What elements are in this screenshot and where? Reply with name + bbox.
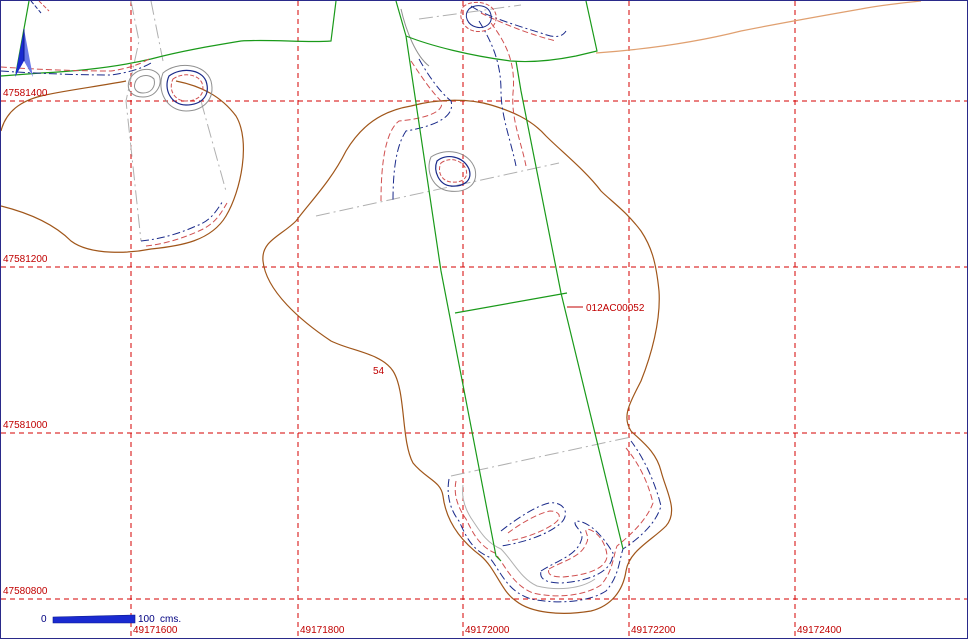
scale-bar: 0 100 cms. (41, 614, 181, 625)
pond-north (465, 5, 492, 28)
north-arrow-icon (15, 29, 33, 77)
parcel-number-label[interactable]: 54 (373, 366, 385, 377)
contour-northeast (595, 1, 922, 54)
pond-west-gray-2 (134, 75, 155, 94)
y-coord-label: 47581000 (3, 420, 48, 431)
nw-water-blue-short (30, 1, 42, 14)
gray-boundaries (125, 1, 632, 477)
water-line-blue-2 (478, 20, 517, 167)
y-coord-label: 47580800 (3, 586, 48, 597)
cadastral-map[interactable]: 012AC00052 54 47581400 47581200 47581000… (0, 0, 968, 639)
gray-boundary-north (418, 4, 522, 20)
parcel-boundary-northwest[interactable] (1, 1, 337, 77)
gray-boundary-west-3 (200, 100, 227, 192)
parcel-lines (1, 1, 624, 562)
gray-boundary-west (125, 1, 142, 242)
parcel-boundary-crossing[interactable] (454, 292, 568, 314)
ponds (127, 1, 497, 192)
pond-west-outer (160, 64, 213, 112)
scale-bar-wedge (52, 614, 136, 624)
water-lines (140, 5, 662, 603)
x-coord-label: 49172400 (797, 625, 842, 636)
x-coord-label: 49172200 (631, 625, 676, 636)
nw-water-red-short (38, 1, 50, 12)
parcel-boundary-west[interactable] (395, 1, 502, 562)
water-line-gray-south (462, 484, 596, 590)
nw-water-blue (1, 62, 152, 76)
scale-end-label: 100 (138, 614, 155, 625)
water-line-blue-west (140, 200, 224, 242)
south-loop-outline-red (548, 528, 608, 578)
parcel-id-label[interactable]: 012AC00052 (586, 303, 645, 314)
south-pond-outline-red (507, 510, 560, 542)
water-line-blue-1 (392, 58, 453, 202)
water-line-gray-1 (400, 8, 430, 67)
pond-west (166, 69, 208, 106)
x-coord-label: 49171600 (133, 625, 178, 636)
scale-start-label: 0 (41, 614, 47, 625)
x-coord-label: 49171800 (300, 625, 345, 636)
water-line-red-west (145, 202, 228, 247)
water-line-red-2 (490, 22, 527, 167)
y-coord-label: 47581400 (3, 88, 48, 99)
contour-main (262, 99, 673, 614)
water-line-red-3 (480, 12, 557, 42)
x-coord-label: 49172000 (465, 625, 510, 636)
gray-boundary-west-2 (150, 1, 164, 62)
map-canvas[interactable]: 012AC00052 54 47581400 47581200 47581000… (1, 1, 967, 638)
y-coord-label: 47581200 (3, 254, 48, 265)
scale-unit-label: cms. (160, 614, 181, 625)
parcel-boundary-north[interactable] (405, 1, 598, 63)
gray-boundary-mid (315, 162, 560, 217)
south-pond-outline-blue (500, 502, 566, 547)
water-line-red-south (454, 447, 654, 597)
